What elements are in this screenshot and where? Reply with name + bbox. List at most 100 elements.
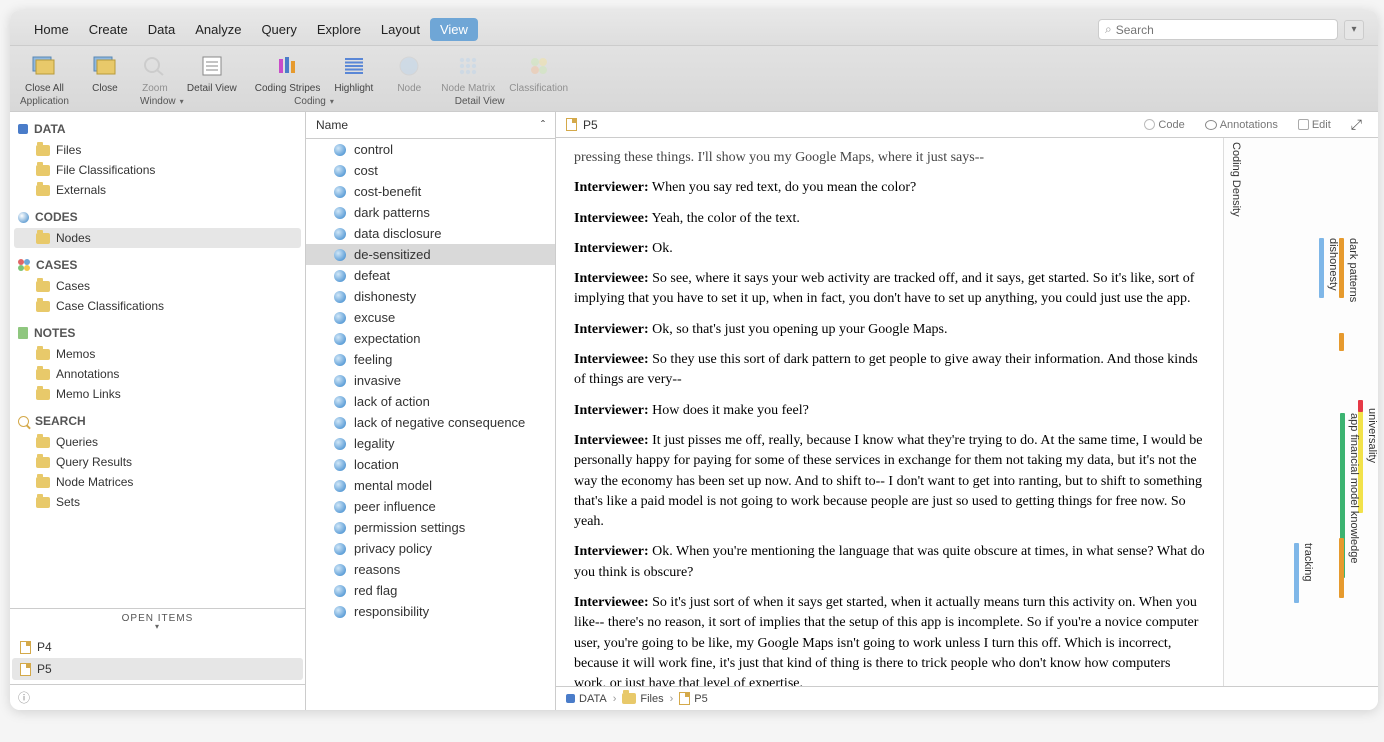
node-de-sensitized[interactable]: de-sensitized [306,244,555,265]
open-items-header[interactable]: OPEN ITEMS [10,608,305,632]
nodes-header-label: Name [316,118,348,132]
node-control[interactable]: control [306,139,555,160]
open-item-p5[interactable]: P5 [12,658,303,680]
codes-icon [18,212,29,223]
document-icon [679,692,690,705]
node-mental-model[interactable]: mental model [306,475,555,496]
breadcrumb-p5[interactable]: P5 [679,692,707,705]
coding-stripe[interactable] [1294,543,1299,603]
node-peer-influence[interactable]: peer influence [306,496,555,517]
transcript-line: Interviewer: Ok. [574,239,1205,259]
node-privacy-policy[interactable]: privacy policy [306,538,555,559]
node-icon [334,291,346,303]
nav-item-externals[interactable]: Externals [14,180,301,200]
nav-item-memos[interactable]: Memos [14,344,301,364]
coding-stripe[interactable] [1358,400,1363,412]
node-icon [334,585,346,597]
nav-item-files[interactable]: Files [14,140,301,160]
edit-toggle[interactable]: Edit [1292,117,1337,133]
ribbon-coding-stripes[interactable]: Coding Stripes [255,52,321,94]
search-input[interactable] [1116,23,1331,37]
nav-item-nodes[interactable]: Nodes [14,228,301,248]
annotations-button[interactable]: Annotations [1199,117,1284,133]
nav-item-query-results[interactable]: Query Results [14,452,301,472]
coding-stripe[interactable] [1319,238,1324,298]
coding-stripe[interactable] [1339,333,1344,351]
ribbon-close[interactable]: Close [87,52,123,94]
node-dishonesty[interactable]: dishonesty [306,286,555,307]
node-defeat[interactable]: defeat [306,265,555,286]
document-icon [566,118,577,131]
search-icon: ⌕ [1105,22,1112,37]
node-lack-of-action[interactable]: lack of action [306,391,555,412]
node-cost-benefit[interactable]: cost-benefit [306,181,555,202]
node-cost[interactable]: cost [306,160,555,181]
nav-section-codes[interactable]: CODES [14,206,301,228]
ribbon-group-window[interactable]: Window [140,96,184,109]
open-item-p4[interactable]: P4 [12,636,303,658]
node-icon [334,480,346,492]
node-dark-patterns[interactable]: dark patterns [306,202,555,223]
node-lack-of-negative-consequence[interactable]: lack of negative consequence [306,412,555,433]
code-button[interactable]: Code [1138,117,1190,133]
document-icon [20,663,31,676]
menu-explore[interactable]: Explore [307,18,371,41]
breadcrumb-files[interactable]: Files [622,693,663,705]
node-reasons[interactable]: reasons [306,559,555,580]
transcript-line: Interviewee: So they use this sort of da… [574,350,1205,391]
nav-item-node-matrices[interactable]: Node Matrices [14,472,301,492]
node-data-disclosure[interactable]: data disclosure [306,223,555,244]
nav-item-queries[interactable]: Queries [14,432,301,452]
nav-section-search[interactable]: SEARCH [14,410,301,432]
menu-layout[interactable]: Layout [371,18,430,41]
menu-query[interactable]: Query [251,18,306,41]
ribbon-detail-view[interactable]: Detail View [187,52,237,94]
node-invasive[interactable]: invasive [306,370,555,391]
breadcrumb: DATA›Files›P5 [556,686,1378,710]
nav-section-data[interactable]: DATA [14,118,301,140]
node-icon [334,564,346,576]
transcript-line: Interviewee: So see, where it says your … [574,269,1205,310]
navigation-panel: DATAFilesFile ClassificationsExternals CO… [10,112,306,710]
node-red-flag[interactable]: red flag [306,580,555,601]
node-excuse[interactable]: excuse [306,307,555,328]
ribbon-close-all[interactable]: Close All [25,52,64,94]
node-responsibility[interactable]: responsibility [306,601,555,622]
nav-item-annotations[interactable]: Annotations [14,364,301,384]
nav-section-notes[interactable]: NOTES [14,322,301,344]
transcript-area[interactable]: pressing these things. I'll show you my … [556,138,1223,686]
coding-stripe[interactable] [1339,538,1344,598]
nav-item-file-classifications[interactable]: File Classifications [14,160,301,180]
node-matrix-icon [450,52,486,80]
transcript-line: pressing these things. I'll show you my … [574,148,1205,168]
expand-icon[interactable]: ⤢ [1345,116,1368,133]
breadcrumb-data[interactable]: DATA [566,693,607,705]
node-permission-settings[interactable]: permission settings [306,517,555,538]
menu-analyze[interactable]: Analyze [185,18,251,41]
menu-create[interactable]: Create [79,18,138,41]
search-box[interactable]: ⌕ [1098,19,1338,40]
nav-item-case-classifications[interactable]: Case Classifications [14,296,301,316]
nodes-header[interactable]: Name ˆ [306,112,555,139]
node-feeling[interactable]: feeling [306,349,555,370]
node-icon [334,396,346,408]
menu-data[interactable]: Data [138,18,185,41]
menu-home[interactable]: Home [24,18,79,41]
ribbon-group-coding[interactable]: Coding [294,96,334,109]
node-expectation[interactable]: expectation [306,328,555,349]
folder-icon [36,477,50,488]
nav-item-cases[interactable]: Cases [14,276,301,296]
nav-item-sets[interactable]: Sets [14,492,301,512]
node-icon [391,52,427,80]
stripe-label: tracking [1302,543,1314,582]
menu-view[interactable]: View [430,18,478,41]
folder-icon [622,693,636,704]
nav-item-memo-links[interactable]: Memo Links [14,384,301,404]
coding-stripe[interactable] [1339,238,1344,298]
node-location[interactable]: location [306,454,555,475]
ribbon-highlight[interactable]: Highlight [334,52,373,94]
node-legality[interactable]: legality [306,433,555,454]
ribbon-group-detail-view: Detail View [455,96,505,109]
nav-section-cases[interactable]: CASES [14,254,301,276]
search-dropdown-button[interactable]: ▾ [1344,20,1364,40]
